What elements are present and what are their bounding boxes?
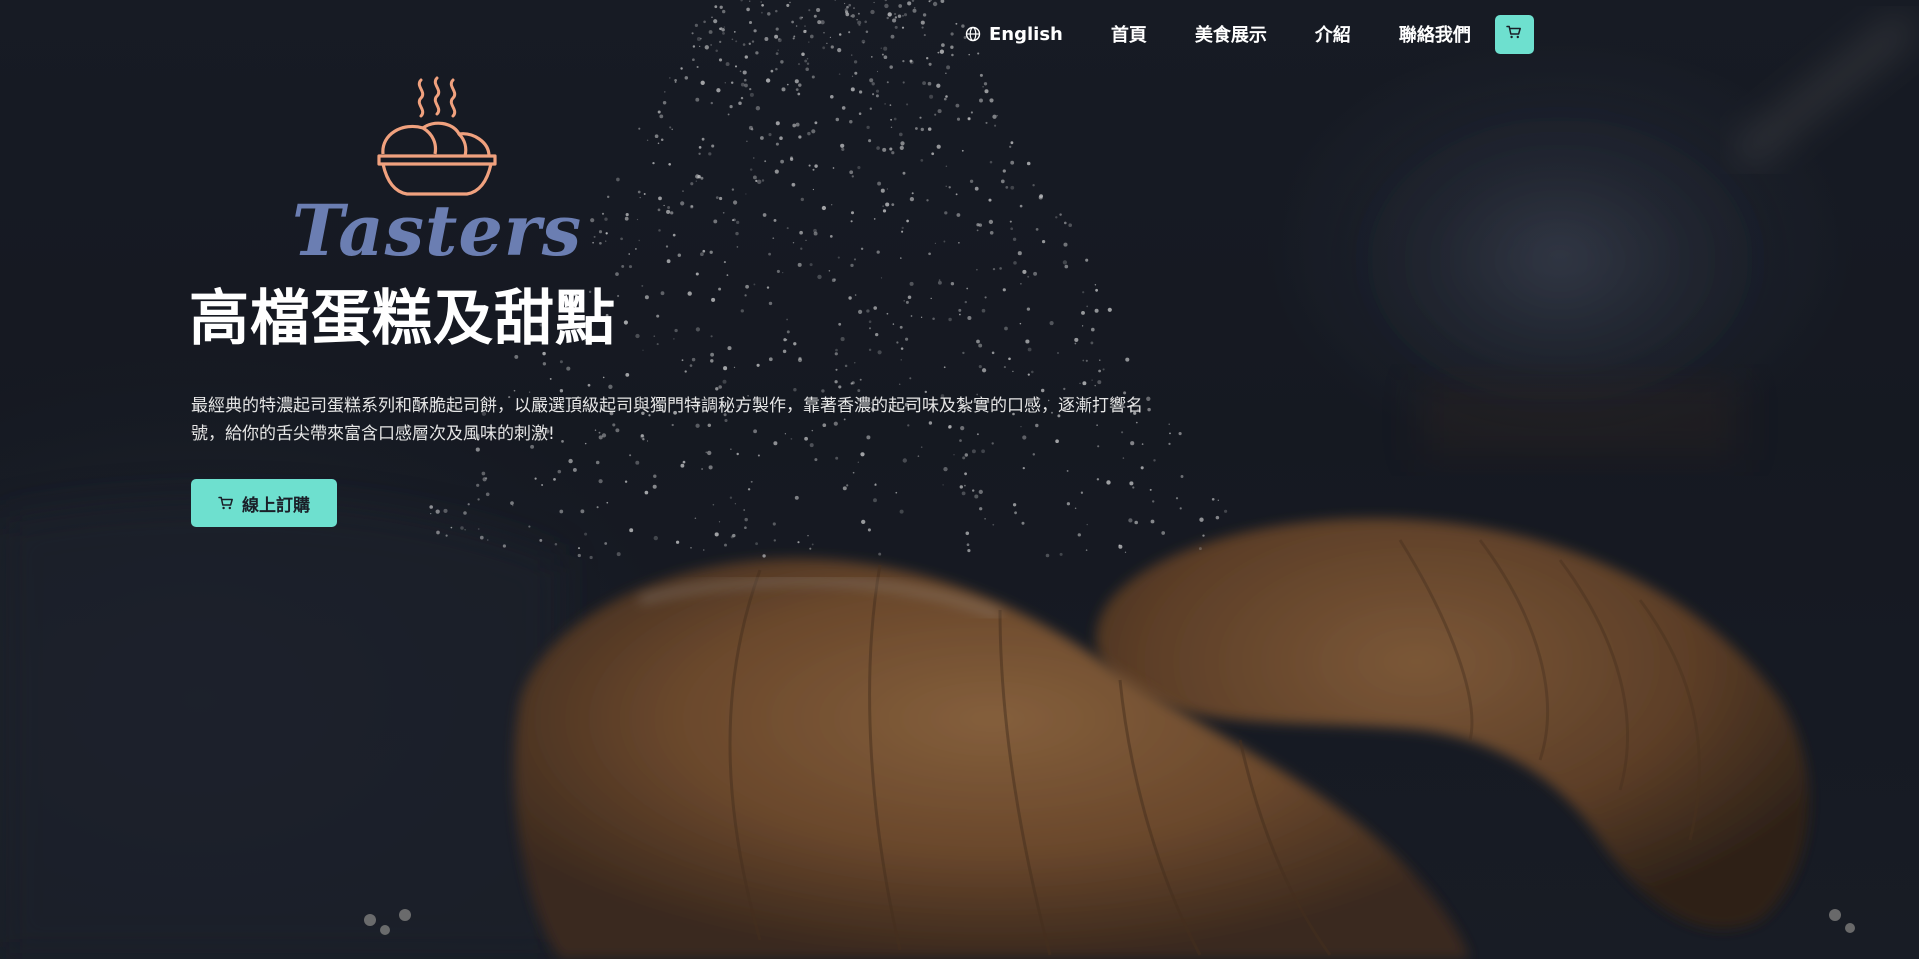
language-label: English (989, 23, 1063, 45)
language-switch[interactable]: English (965, 24, 1063, 45)
order-online-button[interactable]: 線上訂購 (191, 479, 337, 527)
nav-link-contact[interactable]: 聯絡我們 (1399, 21, 1471, 47)
order-online-label: 線上訂購 (242, 495, 310, 516)
cart-button[interactable] (1494, 14, 1534, 54)
top-navigation: English 首頁 美食展示 介紹 聯絡我們 (965, 14, 1534, 54)
cart-icon (218, 495, 234, 511)
globe-icon (965, 26, 981, 42)
bread-basket-steam-icon (377, 76, 497, 196)
nav-link-food-showcase[interactable]: 美食展示 (1195, 21, 1267, 47)
hero-section: English 首頁 美食展示 介紹 聯絡我們 Tasters 高檔蛋糕及甜點 … (0, 0, 1919, 959)
nav-link-home[interactable]: 首頁 (1111, 21, 1147, 47)
cart-icon (1506, 24, 1522, 44)
brand-name: Tasters (291, 189, 583, 272)
nav-link-about[interactable]: 介紹 (1315, 21, 1351, 47)
hero-description: 最經典的特濃起司蛋糕系列和酥脆起司餅，以嚴選頂級起司與獨門特調秘方製作，靠著香濃… (191, 396, 1143, 444)
hero-headline: 高檔蛋糕及甜點 (189, 284, 616, 354)
